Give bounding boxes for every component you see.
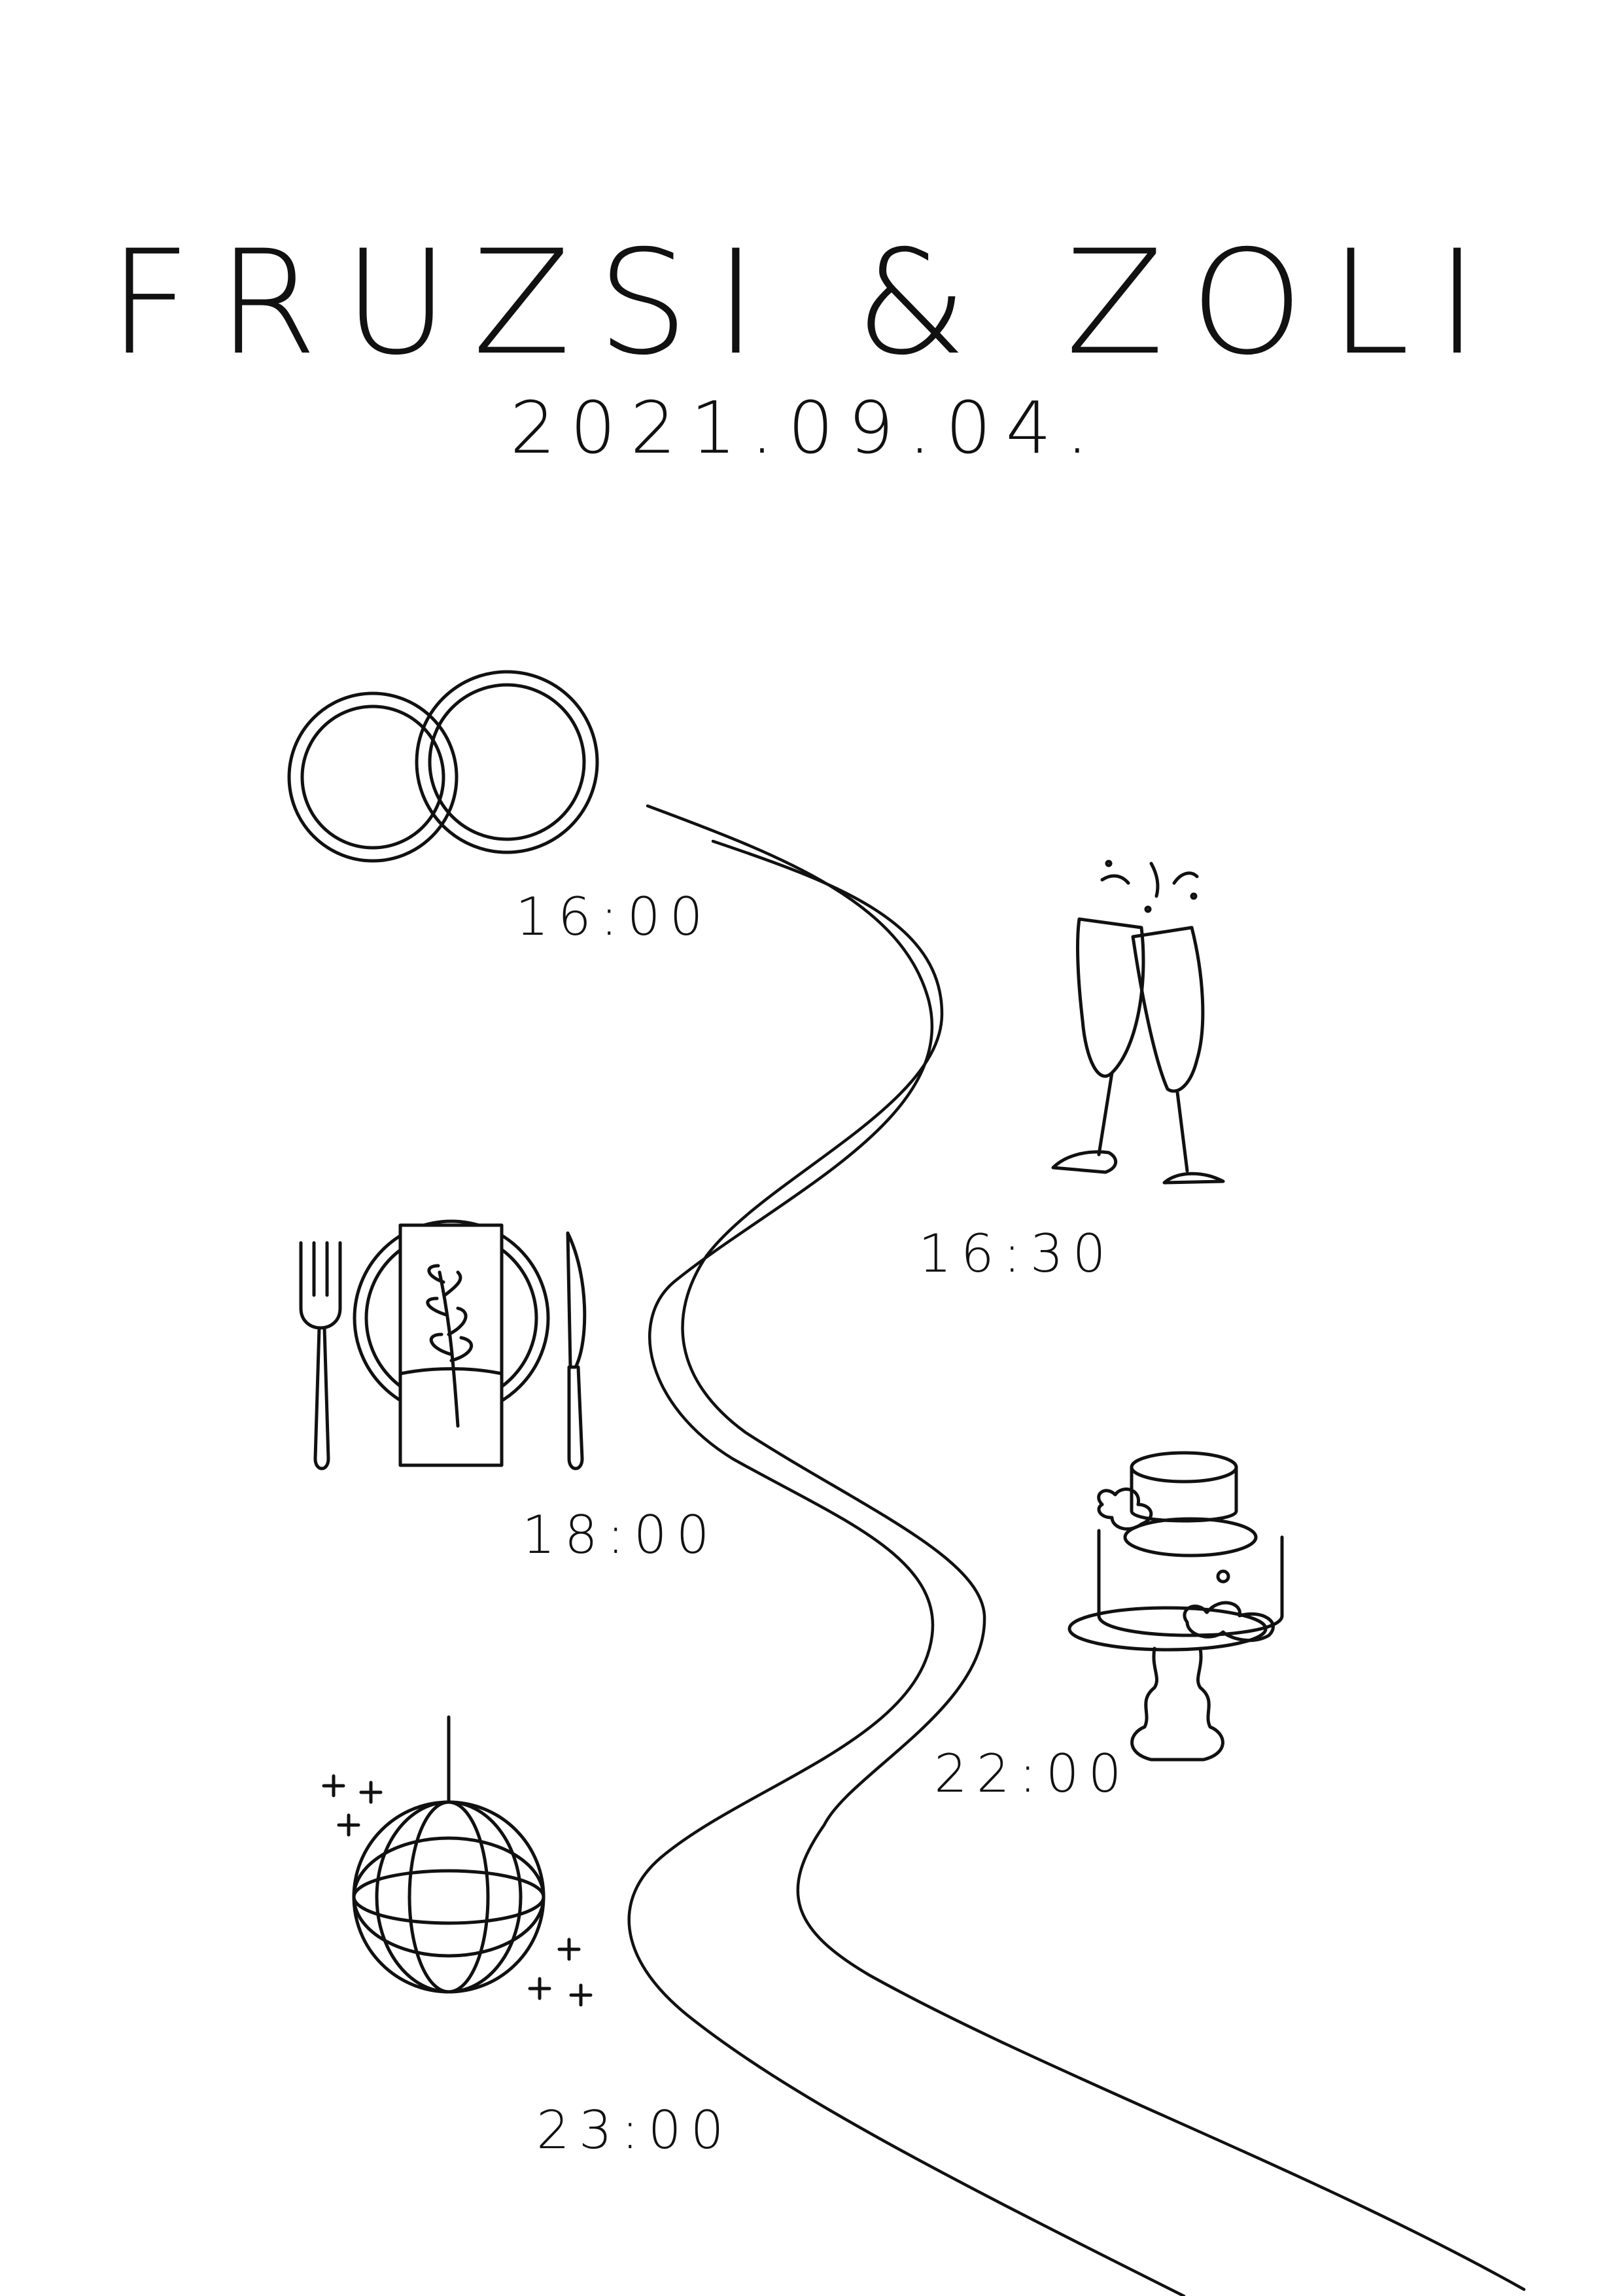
time-label-toast: 16:30 <box>918 1223 1115 1284</box>
time-label-ceremony: 16:00 <box>515 886 712 947</box>
disco-ball-icon <box>322 1715 593 2007</box>
time-label-cake: 22:00 <box>934 1743 1131 1804</box>
champagne-glasses-icon <box>1051 860 1225 1185</box>
winding-road <box>627 804 1526 2296</box>
couple-names-title: FRUZSI & ZOLI <box>108 219 1505 387</box>
wedding-cake-icon <box>1067 1451 1284 1762</box>
place-setting-icon <box>299 1219 587 1470</box>
rings-icon <box>287 670 599 863</box>
wedding-date: 2021.09.04. <box>510 386 1103 470</box>
wedding-timeline-poster: FRUZSI & ZOLI 2021.09.04. 16:00 16:30 18… <box>0 0 1613 2296</box>
time-label-dinner: 18:00 <box>522 1505 719 1565</box>
time-label-party: 23:00 <box>536 2100 733 2161</box>
road-right-edge <box>681 839 1526 2291</box>
